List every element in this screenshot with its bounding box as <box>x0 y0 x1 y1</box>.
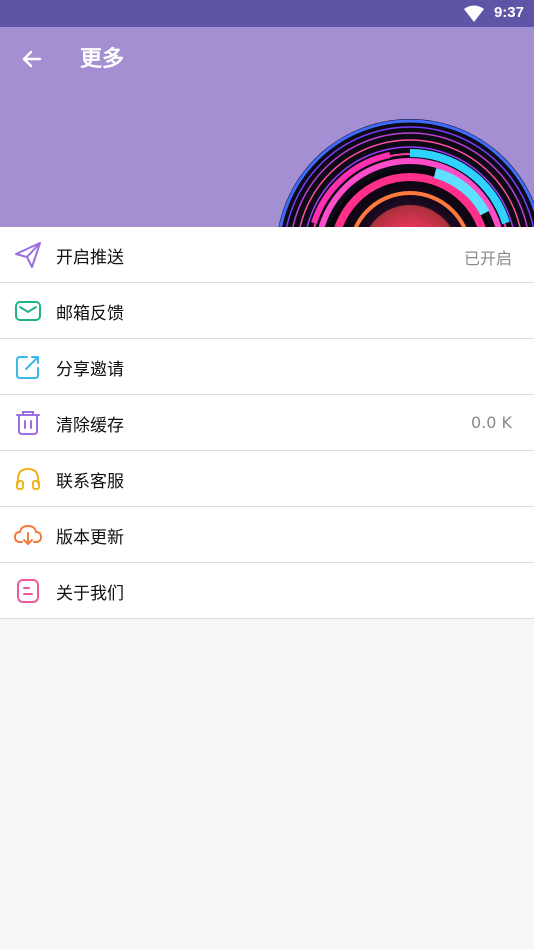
menu-item-push[interactable]: 开启推送 已开启 <box>0 227 534 283</box>
settings-menu: 开启推送 已开启 邮箱反馈 分享邀请 清除缓存 0.0 K 联系客服 版本更新 … <box>0 227 534 619</box>
menu-item-clear-cache[interactable]: 清除缓存 0.0 K <box>0 395 534 451</box>
headset-icon <box>16 467 40 490</box>
trash-icon <box>16 411 40 435</box>
menu-item-label: 邮箱反馈 <box>56 304 124 324</box>
vinyl-disc-illustration <box>278 119 534 227</box>
status-time: 9:37 <box>493 4 524 21</box>
status-bar: 9:37 <box>0 0 534 27</box>
wifi-icon <box>464 5 484 22</box>
menu-item-email-feedback[interactable]: 邮箱反馈 <box>0 283 534 339</box>
menu-item-label: 分享邀请 <box>56 360 124 380</box>
push-status-value: 已开启 <box>463 249 512 268</box>
share-icon <box>16 356 39 379</box>
menu-item-label: 关于我们 <box>56 584 124 604</box>
menu-item-about-us[interactable]: 关于我们 <box>0 563 534 619</box>
menu-item-share-invite[interactable]: 分享邀请 <box>0 339 534 395</box>
menu-item-label: 开启推送 <box>56 248 124 268</box>
cloud-download-icon <box>14 524 42 545</box>
menu-item-label: 版本更新 <box>56 528 124 548</box>
menu-item-label: 联系客服 <box>56 472 124 492</box>
page-title: 更多 <box>80 47 125 72</box>
menu-item-label: 清除缓存 <box>56 416 124 436</box>
paper-plane-icon <box>15 242 41 268</box>
menu-item-version-update[interactable]: 版本更新 <box>0 507 534 563</box>
cache-size-value: 0.0 K <box>470 413 512 432</box>
menu-item-contact-support[interactable]: 联系客服 <box>0 451 534 507</box>
header: 更多 <box>0 27 534 227</box>
about-icon <box>17 579 39 603</box>
back-arrow-icon[interactable] <box>20 47 44 71</box>
mail-icon <box>15 301 41 321</box>
